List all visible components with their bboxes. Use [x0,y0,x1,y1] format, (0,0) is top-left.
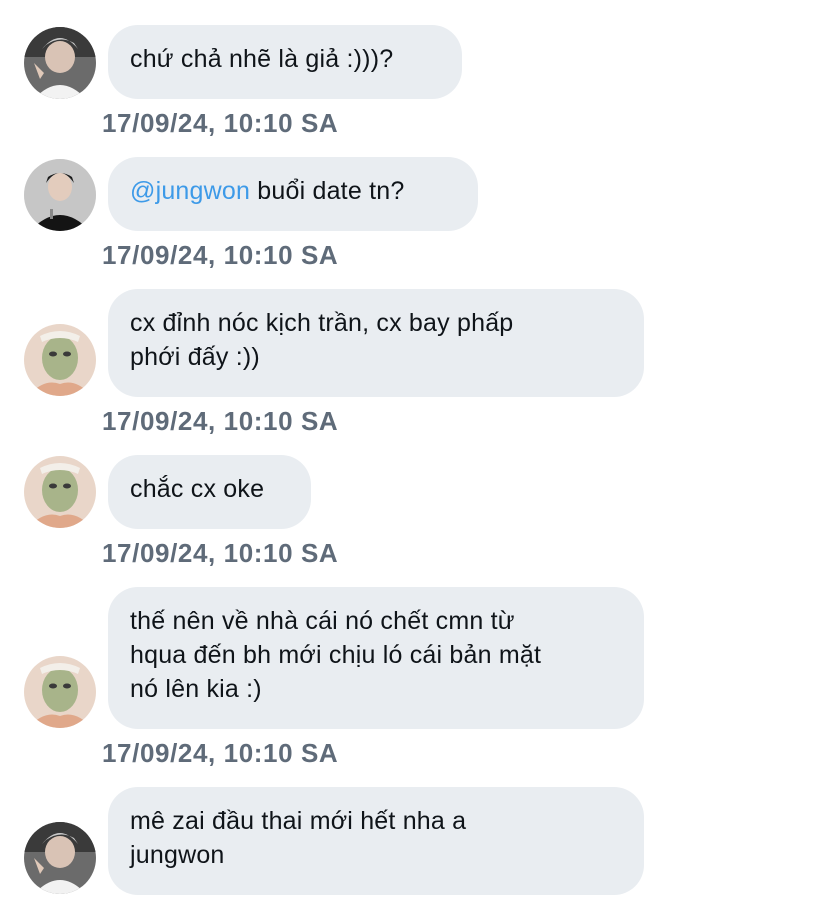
message-text-line: cx đỉnh nóc kịch trần, cx bay phấp [130,309,514,337]
avatar-gray-hair[interactable] [24,27,96,99]
message-bubble[interactable]: chắc cx oke [108,455,311,529]
message-text-line: phới đấy :)) [130,343,260,371]
message-bubble[interactable]: chứ chả nhẽ là giả :)))? [108,25,462,99]
message-bubble[interactable]: @jungwon buổi date tn? [108,157,478,231]
mention-link[interactable]: @jungwon [130,177,250,205]
timestamp: 17/09/24, 10:10 SA [102,538,339,568]
avatar-face-mask[interactable] [24,456,96,528]
avatar-black-shirt[interactable] [24,159,96,231]
timestamp: 17/09/24, 10:10 SA [102,108,339,138]
avatar-gray-hair[interactable] [24,822,96,894]
message-text: chắc cx oke [130,475,265,503]
message-text-line: hqua đến bh mới chịu ló cái bản mặt [130,641,542,669]
message-text: buổi date tn? [250,177,405,205]
timestamp: 17/09/24, 10:10 SA [102,738,339,768]
avatar-face-mask[interactable] [24,656,96,728]
timestamp: 17/09/24, 10:10 SA [102,406,339,436]
message-text-line: mê zai đầu thai mới hết nha a [130,807,467,835]
message-bubble[interactable]: mê zai đầu thai mới hết nha a jungwon [108,787,644,895]
avatar-face-mask[interactable] [24,324,96,396]
timestamp: 17/09/24, 10:10 SA [102,240,339,270]
message-bubble[interactable]: thế nên về nhà cái nó chết cmn từ hqua đ… [108,587,644,729]
message-text-line: jungwon [130,841,225,869]
message-text: chứ chả nhẽ là giả :)))? [130,45,394,73]
message-bubble[interactable]: cx đỉnh nóc kịch trần, cx bay phấp phới … [108,289,644,397]
message-text-line: thế nên về nhà cái nó chết cmn từ [130,607,515,635]
message-text-line: nó lên kia :) [130,675,262,703]
